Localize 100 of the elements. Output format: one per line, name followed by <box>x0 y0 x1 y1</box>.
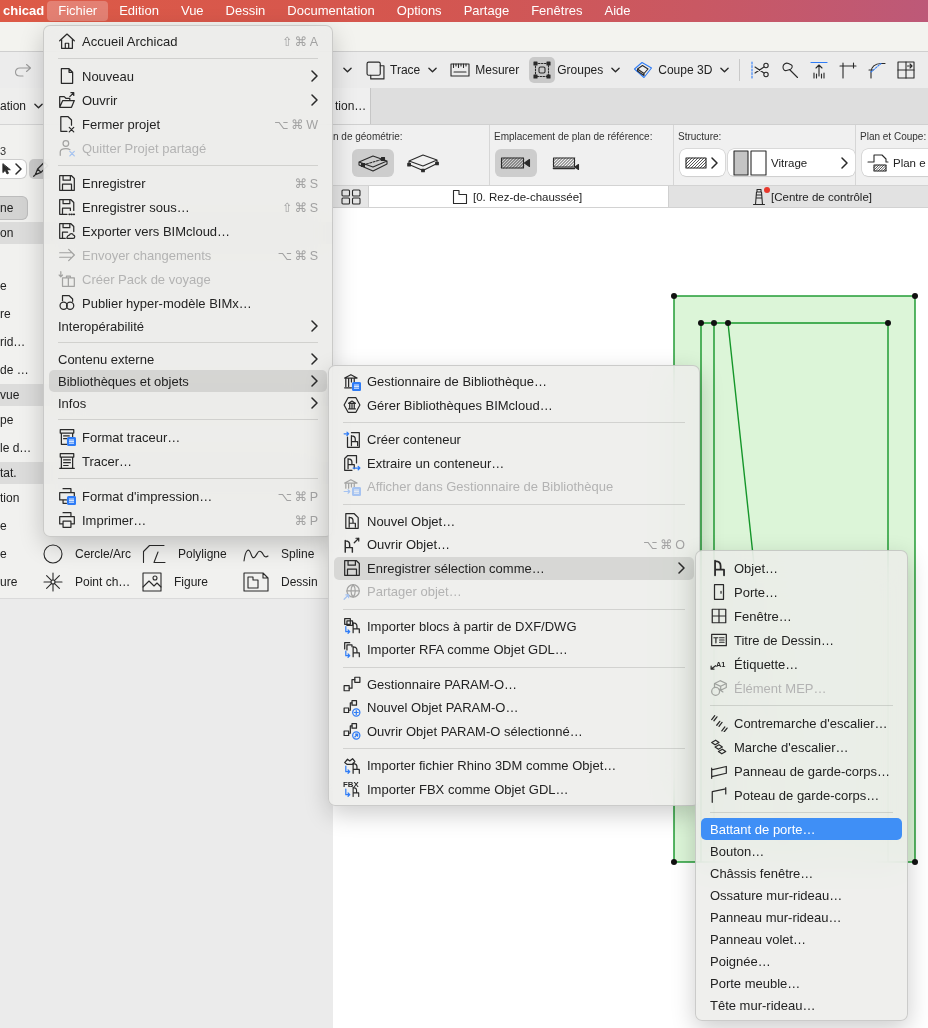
tool-button[interactable]: pe <box>0 408 28 432</box>
menu-item[interactable]: FBX Importer FBX comme Objet GDL… <box>334 777 694 801</box>
menu-item[interactable]: Gestionnaire de Bibliothèque… <box>334 370 694 394</box>
menu-item[interactable]: Contenu externe <box>49 348 327 370</box>
grid-arrow-icon[interactable] <box>897 61 916 79</box>
menu-item[interactable]: Accueil Archicad ⇧⌘A <box>49 29 327 53</box>
menu-item[interactable]: Poteau de garde-corps… <box>701 783 902 807</box>
tool-button[interactable]: e <box>0 274 28 298</box>
menu-item[interactable]: Titre de Dessin… <box>701 628 902 652</box>
chevron-right-icon <box>311 70 318 82</box>
chevron-right-icon <box>311 375 318 387</box>
tool-button[interactable]: Dessin <box>243 570 319 594</box>
menu-item[interactable]: Ossature mur-rideau… <box>701 884 902 906</box>
menu-item[interactable]: Nouvel Objet… <box>334 509 694 533</box>
menu-item[interactable]: Châssis fenêtre… <box>701 862 902 884</box>
value-picker[interactable]: Plan e <box>862 149 928 176</box>
toolbar-dropdown[interactable]: Trace <box>362 57 438 83</box>
view-tab[interactable]: [0. Rez-de-chaussée] <box>368 186 668 207</box>
menu-item[interactable]: A1 Étiquette… <box>701 652 902 676</box>
rounded-corner-icon[interactable] <box>868 61 887 79</box>
menu-item[interactable]: Enregistrer sélection comme… <box>334 556 694 580</box>
menu-item[interactable]: Exporter vers BIMcloud… <box>49 219 327 243</box>
menu-item[interactable]: Créer conteneur <box>334 428 694 452</box>
scissors-icon[interactable] <box>750 61 771 79</box>
menu-item[interactable]: Gérer Bibliothèques BIMcloud… <box>334 393 694 417</box>
menu-item[interactable]: Enregistrer sous… ⇧⌘S <box>49 195 327 219</box>
option-button[interactable] <box>352 149 394 177</box>
menu-item[interactable]: Gestionnaire PARAM-O… <box>334 672 694 696</box>
menu-item[interactable]: Tracer… <box>49 449 327 473</box>
menu-item[interactable]: Panneau volet… <box>701 928 902 950</box>
menu-item[interactable]: Publier hyper-modèle BIMx… <box>49 291 327 315</box>
menu-bar-item[interactable]: Partage <box>452 1 521 21</box>
tool-button[interactable]: re <box>0 302 28 326</box>
menu-item[interactable]: Panneau mur-rideau… <box>701 906 902 928</box>
menu-bar-item[interactable]: Dessin <box>214 1 277 21</box>
tool-button[interactable]: Point ch… <box>43 570 132 594</box>
tool-button[interactable]: Spline <box>243 542 316 566</box>
circle-icon <box>43 544 63 564</box>
menu-item[interactable]: Fenêtre… <box>701 604 902 628</box>
toolbar-dropdown[interactable]: Groupes <box>529 57 621 83</box>
tool-button[interactable]: Polyligne <box>142 542 228 566</box>
tool-button[interactable]: ure <box>0 570 28 594</box>
menu-item[interactable]: Nouvel Objet PARAM-O… <box>334 696 694 720</box>
tool-button[interactable]: le d… <box>0 436 37 460</box>
option-button[interactable] <box>495 149 537 177</box>
tool-button[interactable]: rid… <box>0 330 31 354</box>
panel-tab[interactable]: tion… <box>333 88 372 124</box>
tool-button[interactable]: ne <box>0 196 28 220</box>
menu-item[interactable]: Bouton… <box>701 840 902 862</box>
menu-item[interactable]: Interopérabilité <box>49 315 327 337</box>
tool-button[interactable]: tion <box>0 486 28 510</box>
menu-item[interactable]: Importer blocs à partir de DXF/DWG <box>334 614 694 638</box>
menu-item[interactable]: Porte meuble… <box>701 972 902 994</box>
menu-item[interactable]: Format traceur… <box>49 425 327 449</box>
magnifier-icon[interactable] <box>781 61 800 79</box>
menu-bar-item[interactable]: Options <box>385 1 453 21</box>
swatch-picker[interactable] <box>680 149 725 176</box>
corner-icon[interactable] <box>839 61 858 79</box>
tool-button[interactable]: Cercle/Arc <box>43 542 132 566</box>
menu-item[interactable]: Panneau de garde-corps… <box>701 759 902 783</box>
menu-item[interactable]: Ouvrir Objet PARAM-O sélectionné… <box>334 719 694 743</box>
toolbar-dropdown[interactable]: Coupe 3D <box>630 57 730 83</box>
menu-item[interactable]: Format d'impression… ⌥⌘P <box>49 484 327 508</box>
menu-bar-item[interactable]: Edition <box>108 1 170 21</box>
app-menu[interactable]: chicad <box>0 0 48 22</box>
menu-item[interactable]: Nouveau <box>49 64 327 88</box>
menu-bar-item[interactable]: Documentation <box>276 1 386 21</box>
chevron-right-icon <box>15 163 22 175</box>
menu-item[interactable]: Enregistrer ⌘S <box>49 171 327 195</box>
menu-item[interactable]: Ouvrir Objet… ⌥⌘O <box>334 533 694 557</box>
menu-item[interactable]: Importer RFA comme Objet GDL… <box>334 638 694 662</box>
mode-dropdown[interactable]: ation <box>0 99 44 113</box>
menu-bar-item[interactable]: Vue <box>169 1 215 21</box>
menu-item[interactable]: Ouvrir <box>49 88 327 112</box>
arrow-up-line-icon[interactable] <box>810 61 829 79</box>
grid-view-icon[interactable] <box>340 188 361 205</box>
menu-item[interactable]: Contremarche d'escalier… <box>701 711 902 735</box>
menu-item[interactable]: Poignée… <box>701 950 902 972</box>
menu-bar-item[interactable]: Aide <box>593 1 642 21</box>
view-tab[interactable]: [Centre de contrôle] <box>668 186 928 207</box>
tool-button[interactable]: Figure <box>142 570 209 594</box>
tool-button[interactable]: de … <box>0 358 34 382</box>
toolbar-button[interactable]: Mesurer <box>447 57 520 83</box>
value-picker[interactable]: Vitrage <box>728 149 855 176</box>
menu-item[interactable]: Importer fichier Rhino 3DM comme Objet… <box>334 754 694 778</box>
menu-item[interactable]: Imprimer… ⌘P <box>49 508 327 532</box>
tool-button[interactable]: e <box>0 514 28 538</box>
menu-item[interactable]: Porte… <box>701 580 902 604</box>
menu-item[interactable]: Bibliothèques et objets <box>49 370 327 392</box>
menu-item[interactable]: Objet… <box>701 556 902 580</box>
menu-item[interactable]: Infos <box>49 392 327 414</box>
arrow-tool-picker[interactable] <box>0 159 27 179</box>
menu-bar-item[interactable]: Fenêtres <box>520 1 594 21</box>
menu-item[interactable]: Fermer projet ⌥⌘W <box>49 112 327 136</box>
diamond-steps-icon <box>710 738 728 756</box>
menu-item[interactable]: Marche d'escalier… <box>701 735 902 759</box>
chevron-down-icon[interactable] <box>343 67 352 73</box>
tool-button[interactable]: e <box>0 542 28 566</box>
menu-item[interactable]: Tête mur-rideau… <box>701 994 902 1016</box>
menu-item[interactable]: Extraire un conteneur… <box>334 451 694 475</box>
